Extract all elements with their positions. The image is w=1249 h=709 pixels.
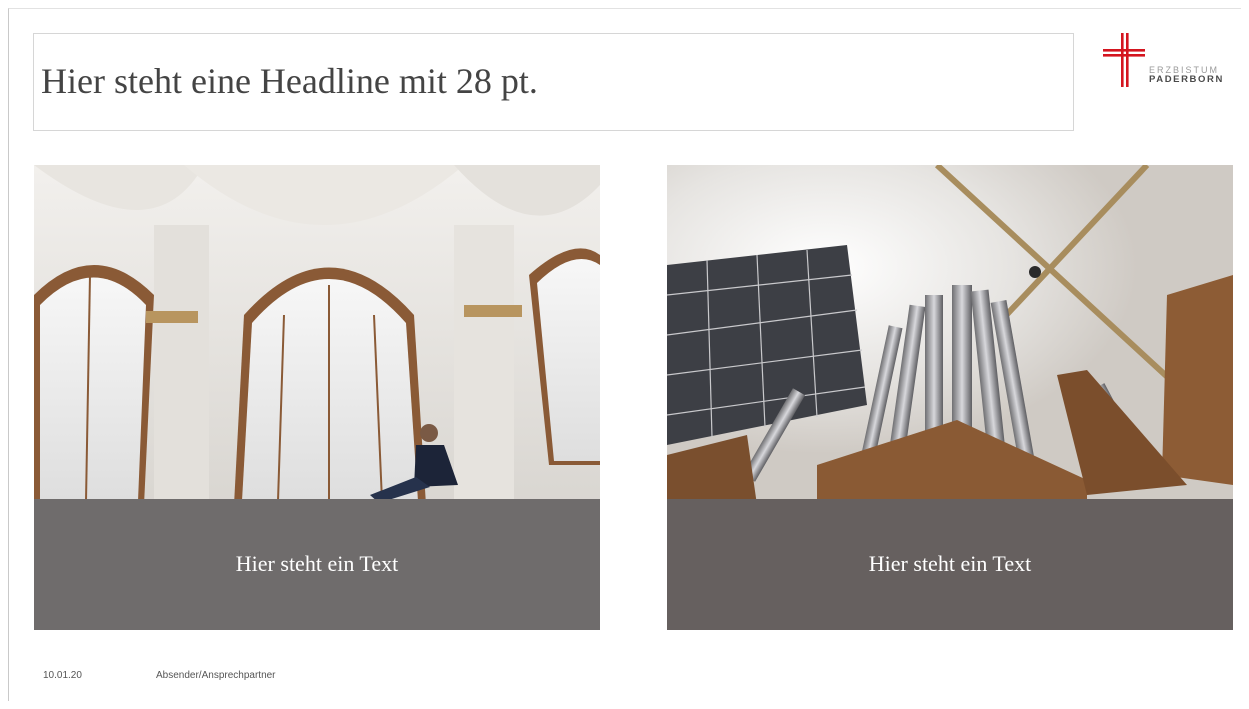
page-title: Hier steht eine Headline mit 28 pt. bbox=[41, 61, 538, 101]
image-card-left: Hier steht ein Text bbox=[34, 165, 600, 630]
logo-line-paderborn: PADERBORN bbox=[1149, 74, 1224, 85]
footer-sender: Absender/Ansprechpartner bbox=[156, 670, 276, 681]
card-caption: Hier steht ein Text bbox=[868, 551, 1032, 576]
slide: Hier steht eine Headline mit 28 pt. ERZB… bbox=[8, 8, 1241, 701]
erzbistum-paderborn-logo: ERZBISTUM PADERBORN bbox=[1099, 31, 1239, 91]
cross-icon bbox=[1103, 33, 1145, 87]
headline-box: Hier steht eine Headline mit 28 pt. bbox=[33, 33, 1074, 131]
footer-date: 10.01.20 bbox=[43, 670, 82, 681]
image-card-right: Hier steht ein Text bbox=[667, 165, 1233, 630]
card-caption: Hier steht ein Text bbox=[235, 551, 399, 576]
